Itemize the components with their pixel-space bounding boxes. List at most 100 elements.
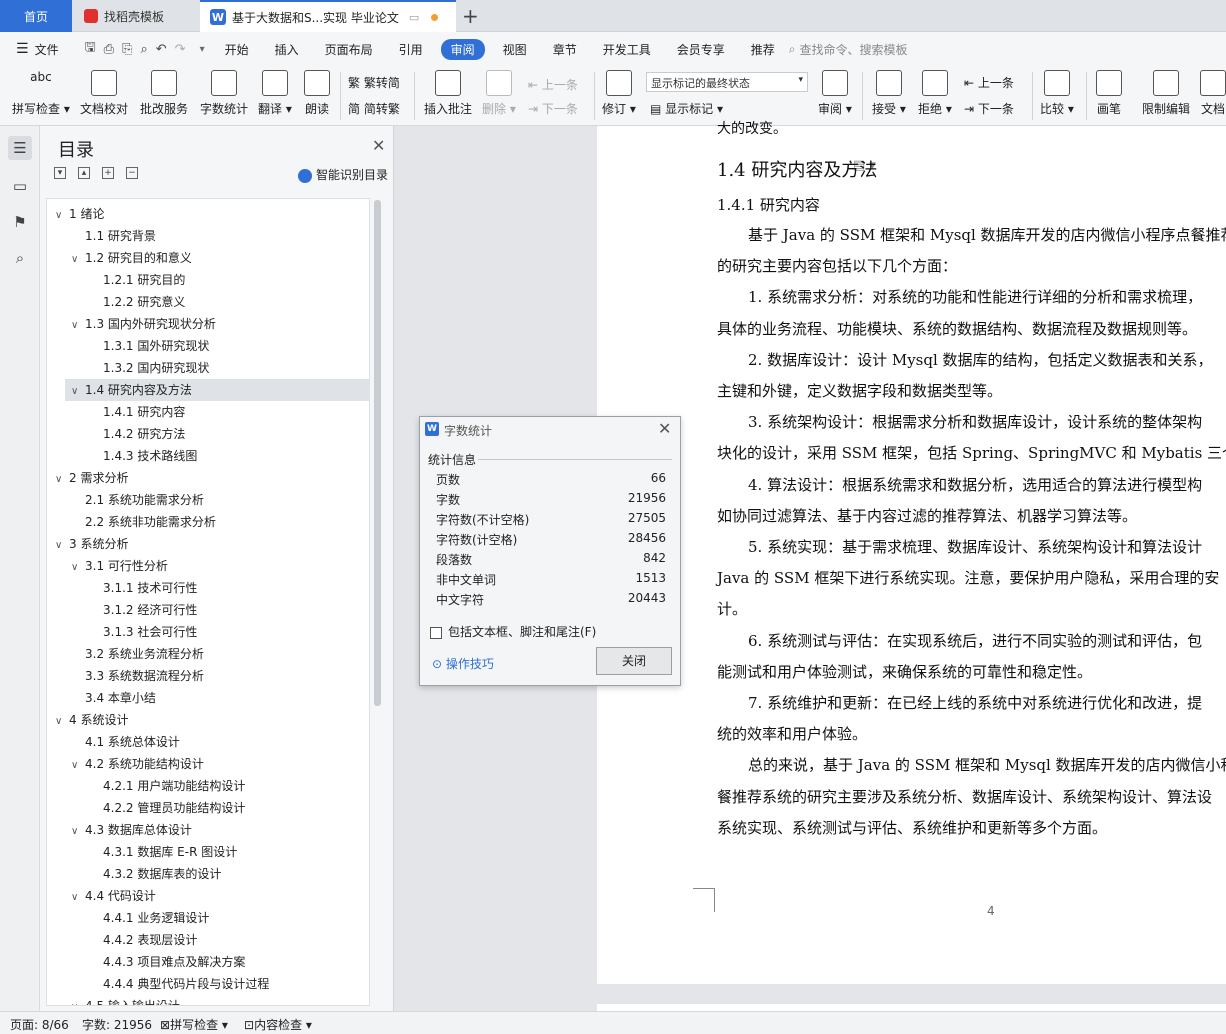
toc-item[interactable]: ∨ 2 需求分析 <box>47 467 369 489</box>
chevron-down-icon[interactable]: ∨ <box>71 557 85 579</box>
menu-recommend[interactable]: 推荐 <box>751 41 775 58</box>
toc-item[interactable]: 3.1.3 社会可行性 <box>47 621 369 643</box>
toc-item[interactable]: ∨4.5 输入输出设计 <box>47 995 369 1005</box>
review-pane-button[interactable]: 审阅 ▾ <box>818 70 852 117</box>
tab-document[interactable]: W 基于大数据和S...实现 毕业论文 ▭ <box>200 0 456 32</box>
toc-item[interactable]: 4.1 系统总体设计 <box>47 731 369 753</box>
close-icon[interactable]: ✕ <box>658 419 671 438</box>
menu-section[interactable]: 章节 <box>553 41 577 58</box>
new-tab-button[interactable]: + <box>462 4 479 28</box>
chapter-nav-icon[interactable]: ▭ <box>8 174 32 198</box>
reject-button[interactable]: 拒绝 ▾ <box>918 70 952 117</box>
chevron-down-icon[interactable]: ∨ <box>71 249 85 271</box>
batch-service-button[interactable]: 批改服务 <box>140 70 188 117</box>
chevron-down-icon[interactable]: ∨ <box>71 381 85 403</box>
toc-item[interactable]: 3.4 本章小结 <box>47 687 369 709</box>
content-check-status[interactable]: ⊡内容检查 ▾ <box>244 1016 312 1033</box>
toc-item[interactable]: 3.1.2 经济可行性 <box>47 599 369 621</box>
toc-item[interactable]: ∨ 4.3 数据库总体设计 <box>47 819 369 841</box>
toc-item[interactable]: 4.4.2 表现层设计 <box>47 929 369 951</box>
markup-state-select[interactable]: 显示标记的最终状态 ▾ <box>646 72 808 92</box>
menu-review[interactable]: 审阅 <box>440 38 485 60</box>
quick-access-more-icon[interactable]: ▾ <box>200 44 205 55</box>
close-icon[interactable]: ✕ <box>372 136 385 155</box>
chevron-down-icon[interactable]: ∨ <box>71 887 85 909</box>
chevron-down-icon[interactable]: ∨ <box>55 711 69 733</box>
toc-item[interactable]: ∨ 1 绪论 <box>47 203 369 225</box>
menu-insert[interactable]: 插入 <box>275 41 299 58</box>
expand-all-icon[interactable]: ▴ <box>78 167 90 179</box>
toc-item[interactable]: ∨ 4.4 代码设计 <box>47 885 369 907</box>
toc-item[interactable]: 3.2 系统业务流程分析 <box>47 643 369 665</box>
include-textbox-checkbox[interactable]: 包括文本框、脚注和尾注(F) <box>430 623 596 640</box>
toc-item[interactable]: 4.2.2 管理员功能结构设计 <box>47 797 369 819</box>
redo-icon[interactable]: ↷ <box>175 42 186 57</box>
prev-change-button[interactable]: ⇤ 上一条 <box>964 74 1014 91</box>
track-changes-button[interactable]: 修订 ▾ <box>602 70 636 117</box>
toc-item[interactable]: 4.4.1 业务逻辑设计 <box>47 907 369 929</box>
bookmark-icon[interactable]: ⚑ <box>8 210 32 234</box>
tab-home[interactable]: 首页 <box>0 0 72 32</box>
monitor-icon[interactable]: ▭ <box>409 11 419 24</box>
toc-item[interactable]: 4.3.2 数据库表的设计 <box>47 863 369 885</box>
pen-button[interactable]: 画笔 <box>1096 70 1122 117</box>
insert-comment-button[interactable]: 插入批注 <box>424 70 472 117</box>
toc-item[interactable]: 1.1 研究背景 <box>47 225 369 247</box>
toc-item[interactable]: 4.4.3 项目难点及解决方案 <box>47 951 369 973</box>
toc-item[interactable]: ∨ 1.3 国内外研究现状分析 <box>47 313 369 335</box>
save-icon[interactable]: 🖫 <box>85 38 96 60</box>
toc-item[interactable]: 1.4.3 技术路线图 <box>47 445 369 467</box>
toc-item[interactable]: 1.2.1 研究目的 <box>47 269 369 291</box>
toc-item[interactable]: 4.2.1 用户端功能结构设计 <box>47 775 369 797</box>
menu-developer[interactable]: 开发工具 <box>603 41 651 58</box>
chevron-down-icon[interactable]: ∨ <box>55 535 69 557</box>
toc-item[interactable]: 1.2.2 研究意义 <box>47 291 369 313</box>
chevron-down-icon[interactable]: ∨ <box>71 821 85 843</box>
tips-link[interactable]: ⊙ 操作技巧 <box>432 655 494 672</box>
chevron-down-icon[interactable]: ∨ <box>71 997 85 1005</box>
toc-item[interactable]: ∨ 1.4 研究内容及方法 <box>65 379 369 403</box>
next-change-button[interactable]: ⇥ 下一条 <box>964 100 1014 117</box>
trad-to-simp-button[interactable]: 繁 繁转简 <box>348 74 400 91</box>
close-button[interactable]: 关闭 <box>596 647 672 675</box>
toc-item[interactable]: 1.4.2 研究方法 <box>47 423 369 445</box>
toc-item[interactable]: 3.3 系统数据流程分析 <box>47 665 369 687</box>
spell-check-status[interactable]: ⊠拼写检查 ▾ <box>160 1016 228 1033</box>
compare-button[interactable]: 比较 ▾ <box>1040 70 1074 117</box>
toc-item[interactable]: ∨ 3 系统分析 <box>47 533 369 555</box>
find-icon[interactable]: ⌕ <box>8 246 32 270</box>
add-heading-icon[interactable]: + <box>102 167 114 179</box>
prev-comment-button[interactable]: ⇤ 上一条 <box>528 76 578 93</box>
restrict-edit-button[interactable]: 限制编辑 <box>1142 70 1190 117</box>
chevron-down-icon[interactable]: ∨ <box>71 315 85 337</box>
tab-template[interactable]: 找稻壳模板 <box>74 0 198 32</box>
read-aloud-button[interactable]: 朗读 <box>304 70 330 117</box>
page-indicator[interactable]: 页面: 8/66 <box>10 1016 69 1033</box>
toc-item[interactable]: 1.3.1 国外研究现状 <box>47 335 369 357</box>
undo-icon[interactable]: ↶ <box>156 42 167 57</box>
word-count-indicator[interactable]: 字数: 21956 <box>82 1016 152 1033</box>
toc-item[interactable]: ∨ 1.2 研究目的和意义 <box>47 247 369 269</box>
collapse-all-icon[interactable]: ▾ <box>54 167 66 179</box>
toc-panel-icon[interactable]: ☰ <box>8 136 32 160</box>
doc-permission-button[interactable]: 文档 <box>1200 70 1226 117</box>
translate-button[interactable]: 翻译 ▾ <box>258 70 292 117</box>
toc-item[interactable]: ∨ 4 系统设计 <box>47 709 369 731</box>
toc-item[interactable]: ∨ 3.1 可行性分析 <box>47 555 369 577</box>
checkbox-box[interactable] <box>430 626 442 639</box>
menu-member[interactable]: 会员专享 <box>677 41 725 58</box>
toc-item[interactable]: 1.3.2 国内研究现状 <box>47 357 369 379</box>
print-icon[interactable]: ⎘ <box>122 42 132 57</box>
next-comment-button[interactable]: ⇥ 下一条 <box>528 100 578 117</box>
accept-button[interactable]: 接受 ▾ <box>872 70 906 117</box>
chevron-down-icon[interactable]: ∨ <box>55 205 69 227</box>
toc-item[interactable]: 3.1.1 技术可行性 <box>47 577 369 599</box>
word-count-button[interactable]: 字数统计 <box>200 70 248 117</box>
toc-item[interactable]: 2.1 系统功能需求分析 <box>47 489 369 511</box>
toc-item[interactable]: 4.4.4 典型代码片段与设计过程 <box>47 973 369 995</box>
show-markup-button[interactable]: ▤ 显示标记 ▾ <box>650 100 723 117</box>
spellcheck-button[interactable]: abc 拼写检查 ▾ <box>12 70 70 117</box>
simp-to-trad-button[interactable]: 简 简转繁 <box>348 100 400 117</box>
menu-view[interactable]: 视图 <box>503 41 527 58</box>
doc-check-button[interactable]: 文档校对 <box>80 70 128 117</box>
